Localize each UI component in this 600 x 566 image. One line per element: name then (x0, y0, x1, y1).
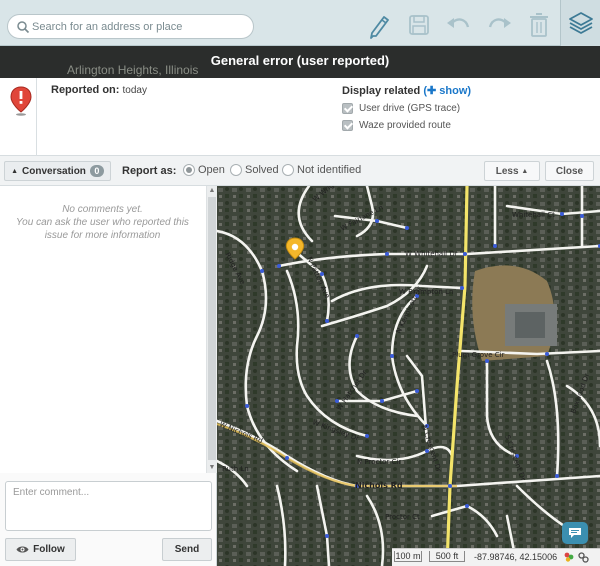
report-as-label: Report as: (122, 165, 177, 177)
caret-up-icon: ▲ (11, 167, 19, 175)
conversation-count-badge: 0 (89, 165, 104, 177)
display-related-label: Display related (342, 85, 421, 97)
street-label: N Proctor Cir (357, 458, 401, 466)
issue-info: Reported on: today Display related (✚ sh… (0, 78, 600, 156)
delete-button[interactable] (522, 8, 556, 42)
conversation-toggle[interactable]: ▲ Conversation 0 (4, 161, 111, 181)
map-scale-bar: 100 m 500 ft -87.98746, 42.15006 (392, 548, 600, 566)
waze-route-label: Waze provided route (359, 120, 451, 131)
top-toolbar (0, 0, 600, 46)
street-label: Ruth Ln (222, 465, 249, 473)
plus-icon: ✚ (427, 85, 437, 97)
redo-icon (488, 18, 511, 28)
status-not-identified-radio[interactable]: Not identified (282, 164, 361, 176)
conversation-label: Conversation (22, 165, 86, 177)
show-link[interactable]: (✚ show) (423, 85, 471, 97)
conversation-panel: No comments yet. You can ask the user wh… (0, 186, 217, 566)
people-icon[interactable] (563, 551, 575, 563)
reported-on-label: Reported on: (51, 84, 120, 96)
scale-meters: 100 m (394, 551, 422, 562)
report-controls: ▲ Conversation 0 Report as: Open Solved … (0, 156, 600, 186)
comment-scrollbar[interactable]: ▲ ▼ (206, 186, 217, 473)
scroll-thumb[interactable] (208, 197, 216, 460)
save-icon (409, 15, 429, 35)
street-label: W Brampton Ln (399, 288, 453, 296)
eye-icon (16, 546, 29, 553)
map-location-label: Arlington Heights, Illinois (67, 63, 199, 77)
scale-feet: 500 ft (429, 551, 465, 562)
comment-input[interactable] (5, 481, 212, 531)
layers-icon (568, 12, 593, 34)
undo-button[interactable] (442, 8, 476, 42)
street-label: Whitehall Ct (512, 211, 555, 219)
status-open-radio[interactable]: Open (183, 164, 225, 176)
save-button[interactable] (402, 8, 436, 42)
no-comments-message: No comments yet. You can ask the user wh… (16, 204, 189, 241)
error-pin-icon (10, 86, 32, 116)
less-button[interactable]: Less ▲ (484, 161, 540, 181)
checkbox-icon (342, 103, 353, 114)
issue-title: General error (user reported) (210, 53, 390, 68)
search-bar[interactable] (7, 14, 254, 39)
radio-icon (230, 164, 242, 176)
waze-route-checkbox[interactable]: Waze provided route (342, 120, 471, 131)
undo-icon (447, 18, 470, 28)
layers-button[interactable] (560, 0, 600, 46)
street-label: W Whitehall Dr (405, 250, 458, 258)
scroll-down-icon[interactable]: ▼ (207, 463, 217, 473)
street-label: Nichols Rd (355, 481, 403, 490)
close-button[interactable]: Close (545, 161, 594, 181)
coordinates-readout: -87.98746, 42.15006 (474, 552, 558, 562)
street-label: Plum Grove Cir (452, 351, 505, 359)
edit-button[interactable] (362, 8, 396, 42)
display-related: Display related (✚ show) User drive (GPS… (342, 84, 471, 131)
status-solved-radio[interactable]: Solved (230, 164, 279, 176)
chat-button[interactable] (562, 522, 588, 544)
follow-button[interactable]: Follow (5, 538, 76, 561)
radio-icon (183, 164, 195, 176)
issue-title-bar: Arlington Heights, Illinois General erro… (0, 46, 600, 78)
checkbox-icon (342, 120, 353, 131)
road-network: Ridge Ave W Whitehall Dr W Brampton Ln W… (217, 186, 600, 566)
search-icon (17, 21, 30, 34)
map-view[interactable]: Ridge Ave W Whitehall Dr W Brampton Ln W… (217, 186, 600, 566)
redo-button[interactable] (482, 8, 516, 42)
search-input[interactable] (32, 18, 247, 36)
chat-icon (569, 528, 581, 538)
send-button[interactable]: Send (162, 538, 212, 561)
link-icon[interactable] (578, 552, 589, 563)
user-drive-label: User drive (GPS trace) (359, 103, 461, 114)
school-building-roof (515, 312, 545, 338)
user-drive-checkbox[interactable]: User drive (GPS trace) (342, 103, 471, 114)
radio-icon (282, 164, 294, 176)
trash-icon (530, 13, 548, 37)
scroll-up-icon[interactable]: ▲ (207, 186, 217, 196)
street-label: Proctor Ct (385, 513, 420, 521)
divider (36, 78, 37, 156)
pencil-icon (370, 16, 389, 39)
comment-list: No comments yet. You can ask the user wh… (0, 186, 217, 473)
caret-up-icon: ▲ (521, 167, 529, 175)
reported-on: Reported on: today (51, 84, 147, 96)
reported-on-value: today (122, 85, 147, 96)
